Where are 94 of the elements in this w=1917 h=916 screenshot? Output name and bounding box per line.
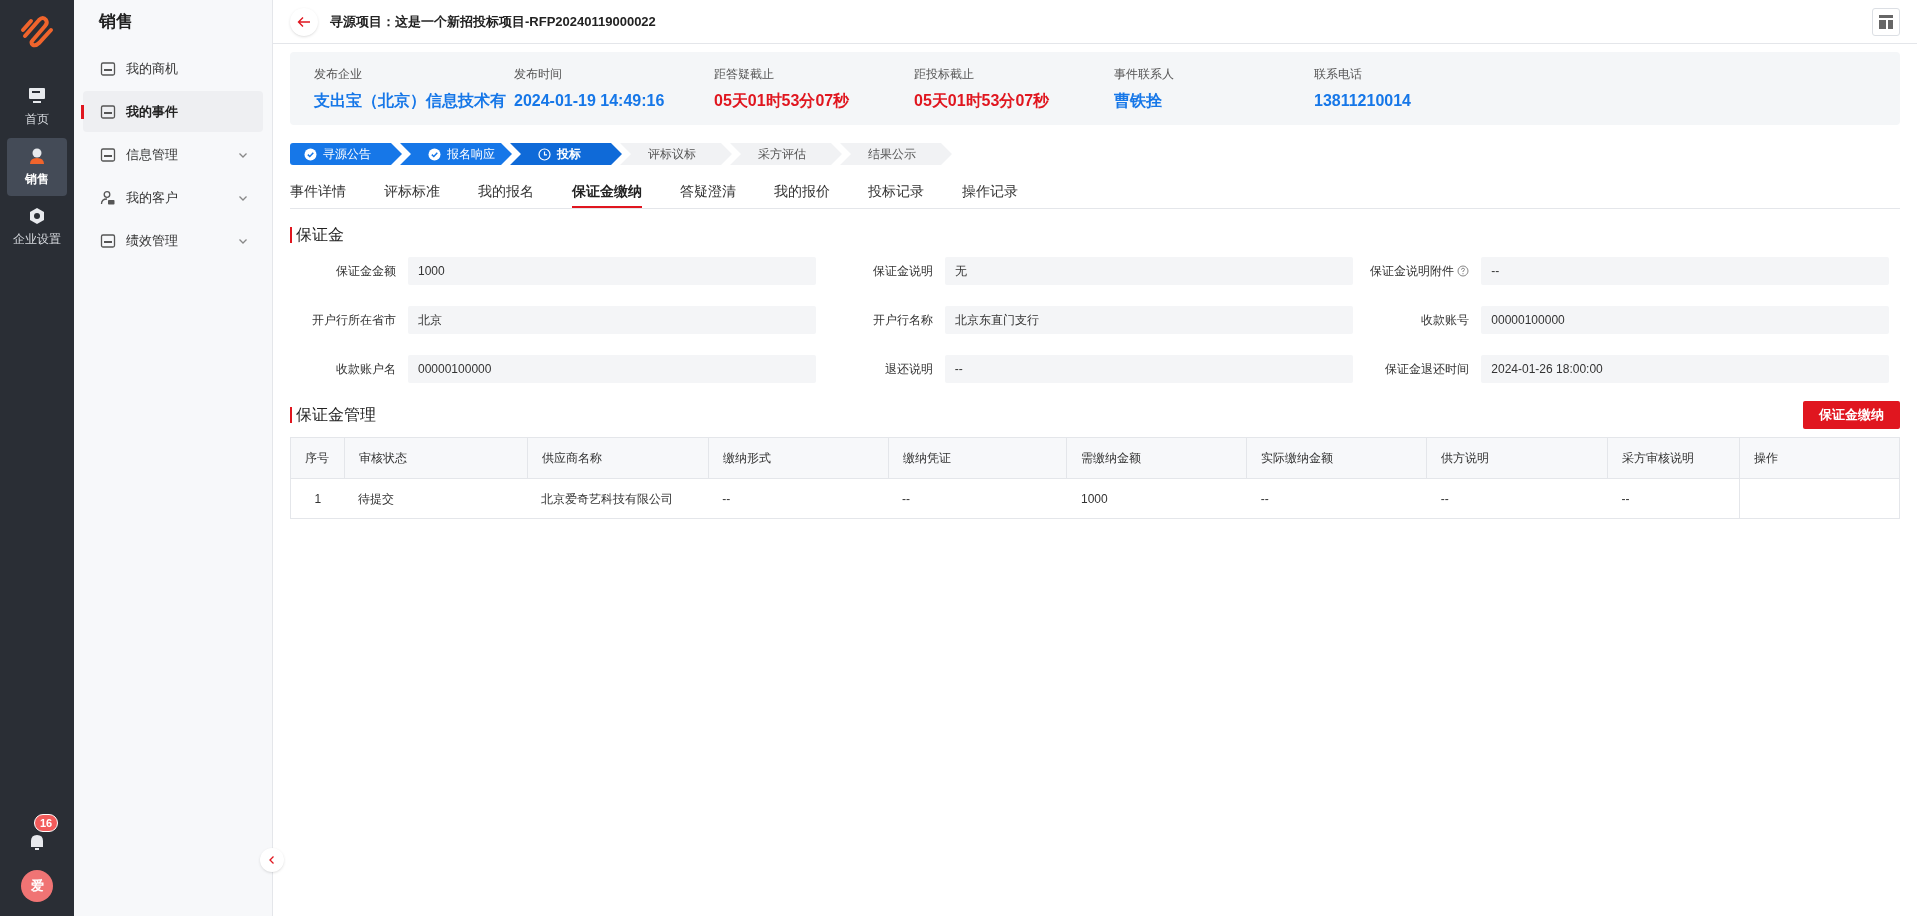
layout-icon	[1879, 14, 1893, 29]
sidebar-item[interactable]: 信息管理	[83, 134, 263, 175]
person-icon	[28, 146, 46, 165]
column-header: 序号	[290, 437, 345, 479]
table-cell: --	[888, 478, 1067, 519]
table-cell: 1	[290, 478, 345, 519]
field-value: 2024-01-26 18:00:00	[1481, 355, 1890, 383]
field-value: 北京	[408, 306, 816, 334]
tab[interactable]: 答疑澄清	[680, 177, 736, 208]
field-label: 保证金说明	[872, 263, 933, 280]
field-value: 00000100000	[408, 355, 816, 383]
step: 结果公示	[840, 143, 952, 165]
field-label: 收款账号	[1421, 312, 1470, 329]
column-header: 缴纳凭证	[888, 437, 1067, 479]
check-circle-icon	[428, 147, 441, 161]
field-value: 1000	[408, 257, 816, 285]
pay-deposit-button[interactable]: 保证金缴纳	[1803, 401, 1900, 429]
field-label: 收款账户名	[336, 361, 396, 378]
page-title: 寻源项目：这是一个新招投标项目-RFP20240119000022	[330, 12, 657, 31]
tab[interactable]: 事件详情	[290, 177, 346, 208]
info-label: 联系电话	[1314, 65, 1363, 83]
column-header: 需缴纳金额	[1066, 437, 1247, 479]
info-value: 支出宝（北京）信息技术有	[314, 90, 506, 111]
notification-badge: 16	[34, 814, 59, 832]
column-header: 采方审核说明	[1607, 437, 1740, 479]
rail-item[interactable]: 首页	[7, 78, 67, 136]
tab[interactable]: 操作记录	[962, 177, 1018, 208]
info-label: 距投标截止	[914, 65, 975, 83]
tab[interactable]: 保证金缴纳	[572, 177, 642, 208]
card-icon	[100, 232, 116, 249]
field-label: 退还说明	[884, 361, 933, 378]
section-title: 保证金	[296, 225, 344, 245]
field-value: 无	[944, 257, 1353, 285]
table-cell: 1000	[1066, 478, 1247, 519]
info-label: 距答疑截止	[714, 65, 775, 83]
column-header: 操作	[1739, 437, 1900, 479]
field-label: 保证金退还时间	[1385, 361, 1470, 378]
tab[interactable]: 投标记录	[868, 177, 924, 208]
info-label: 发布企业	[314, 65, 363, 83]
column-header: 实际缴纳金额	[1246, 437, 1427, 479]
hexagon-icon	[28, 206, 46, 225]
info-value: 13811210014	[1314, 90, 1411, 111]
card-icon	[100, 103, 116, 120]
table-cell: --	[708, 478, 889, 519]
info-label: 发布时间	[514, 65, 563, 83]
table-cell: --	[1246, 478, 1427, 519]
sidebar-item[interactable]: 我的商机	[83, 48, 263, 89]
info-value: 05天01时53分07秒	[714, 90, 850, 111]
sidebar-item[interactable]: 我的客户	[83, 177, 263, 218]
check-circle-icon	[304, 147, 317, 161]
table-cell: --	[1607, 478, 1740, 519]
tab[interactable]: 我的报名	[478, 177, 534, 208]
field-label: 开户行名称	[872, 312, 933, 329]
step: 评标议标	[620, 143, 732, 165]
info-value: 曹铁拴	[1114, 90, 1162, 111]
step: 寻源公告	[290, 143, 402, 165]
field-value: --	[1481, 257, 1890, 285]
table-cell: 待提交	[344, 478, 528, 519]
info-value: 05天01时53分07秒	[914, 90, 1050, 111]
column-header: 审核状态	[344, 437, 528, 479]
step: 采方评估	[730, 143, 842, 165]
arrow-left-icon	[297, 15, 311, 28]
bell-icon[interactable]	[28, 832, 46, 852]
clock-icon	[538, 147, 551, 161]
field-label: 保证金金额	[336, 263, 396, 280]
card-icon	[100, 146, 116, 163]
table-cell: --	[1426, 478, 1608, 519]
column-header: 供应商名称	[527, 437, 709, 479]
back-button[interactable]	[290, 7, 318, 36]
tab[interactable]: 评标标准	[384, 177, 440, 208]
field-label: 开户行所在省市	[312, 312, 396, 329]
user-icon	[100, 189, 116, 206]
field-label: 保证金说明附件	[1370, 263, 1455, 280]
sidebar-title: 销售	[99, 11, 133, 34]
sidebar-item[interactable]: 我的事件	[83, 91, 263, 132]
step: 报名响应	[400, 143, 512, 165]
rail-item[interactable]: 企业设置	[7, 198, 67, 256]
sidebar-item[interactable]: 绩效管理	[83, 220, 263, 261]
table-cell: 北京爱奇艺科技有限公司	[527, 478, 709, 519]
step: 投标	[510, 143, 622, 165]
field-value: --	[944, 355, 1353, 383]
section-title: 保证金管理	[296, 405, 376, 425]
logo-icon	[19, 14, 55, 50]
column-header: 供方说明	[1426, 437, 1608, 479]
field-value: 00000100000	[1481, 306, 1890, 334]
info-value: 2024-01-19 14:49:16	[514, 90, 665, 111]
field-value: 北京东直门支行	[944, 306, 1353, 334]
rail-item[interactable]: 销售	[7, 138, 67, 196]
card-icon	[100, 60, 116, 77]
info-label: 事件联系人	[1114, 65, 1175, 83]
monitor-icon	[28, 86, 46, 105]
column-header: 缴纳形式	[708, 437, 889, 479]
layout-button[interactable]	[1872, 7, 1900, 36]
tab[interactable]: 我的报价	[774, 177, 830, 208]
